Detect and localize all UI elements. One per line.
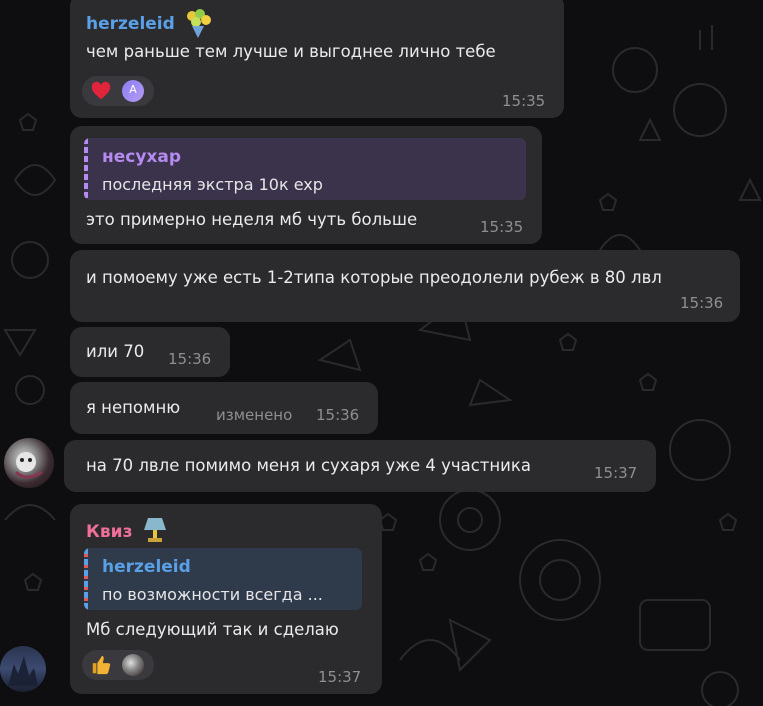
message-text: чем раньше тем лучше и выгоднее лично те… [86, 42, 496, 61]
quote-text: последняя экстра 10к exp [102, 175, 323, 194]
quote-author: несухар [102, 147, 182, 167]
message-text: это примерно неделя мб чуть больше [86, 210, 418, 229]
message-text: и помоему уже есть 1-2типа которые преод… [86, 268, 662, 287]
sender-name[interactable]: Квиз [86, 522, 132, 542]
heart-icon [90, 80, 112, 102]
sender-avatar-kviz[interactable] [0, 646, 46, 692]
message-time: 15:35 [480, 218, 524, 236]
message-time: 15:37 [594, 464, 638, 482]
quote-bar [84, 548, 88, 610]
message-bubble-herzeleid[interactable]: herzeleid чем раньше тем лучше и выгодне… [70, 0, 564, 118]
quote-text: по возможности всегда ... [102, 585, 323, 604]
reply-quote[interactable]: herzeleid по возможности всегда ... [84, 548, 362, 610]
message-bubble[interactable]: на 70 лвле помимо меня и сухаря уже 4 уч… [64, 440, 656, 492]
message-text: или 70 [86, 342, 145, 361]
message-time: 15:36 [168, 350, 212, 368]
reaction-thumbs-up[interactable] [82, 650, 154, 680]
sender-avatar[interactable] [4, 438, 54, 488]
message-bubble[interactable]: или 70 15:36 [70, 327, 230, 377]
message-time: 15:36 [316, 406, 360, 424]
bouquet-icon [182, 8, 214, 40]
quote-author: herzeleid [102, 557, 191, 577]
edited-label: изменено [216, 406, 293, 424]
avatar-letter: A [129, 83, 137, 96]
thumbs-up-icon [90, 654, 112, 676]
lamp-icon [142, 514, 168, 544]
message-text: Мб следующий так и сделаю [86, 620, 339, 639]
quote-bar [84, 138, 88, 200]
message-time: 15:35 [502, 92, 546, 110]
reactor-avatar: A [122, 80, 144, 102]
reactor-avatar [122, 654, 144, 676]
message-time: 15:37 [318, 668, 362, 686]
reaction-heart[interactable]: A [82, 76, 154, 106]
message-bubble-reply[interactable]: несухар последняя экстра 10к exp это при… [70, 126, 542, 244]
message-time: 15:36 [680, 294, 724, 312]
message-text: на 70 лвле помимо меня и сухаря уже 4 уч… [86, 456, 531, 475]
message-bubble-kviz[interactable]: Квиз herzeleid по возможности всегда ...… [70, 504, 382, 694]
message-text: я непомню [86, 398, 181, 417]
reply-quote[interactable]: несухар последняя экстра 10к exp [84, 138, 526, 200]
message-bubble[interactable]: и помоему уже есть 1-2типа которые преод… [70, 250, 740, 322]
message-bubble[interactable]: я непомню изменено 15:36 [70, 382, 378, 434]
sender-name[interactable]: herzeleid [86, 14, 175, 34]
